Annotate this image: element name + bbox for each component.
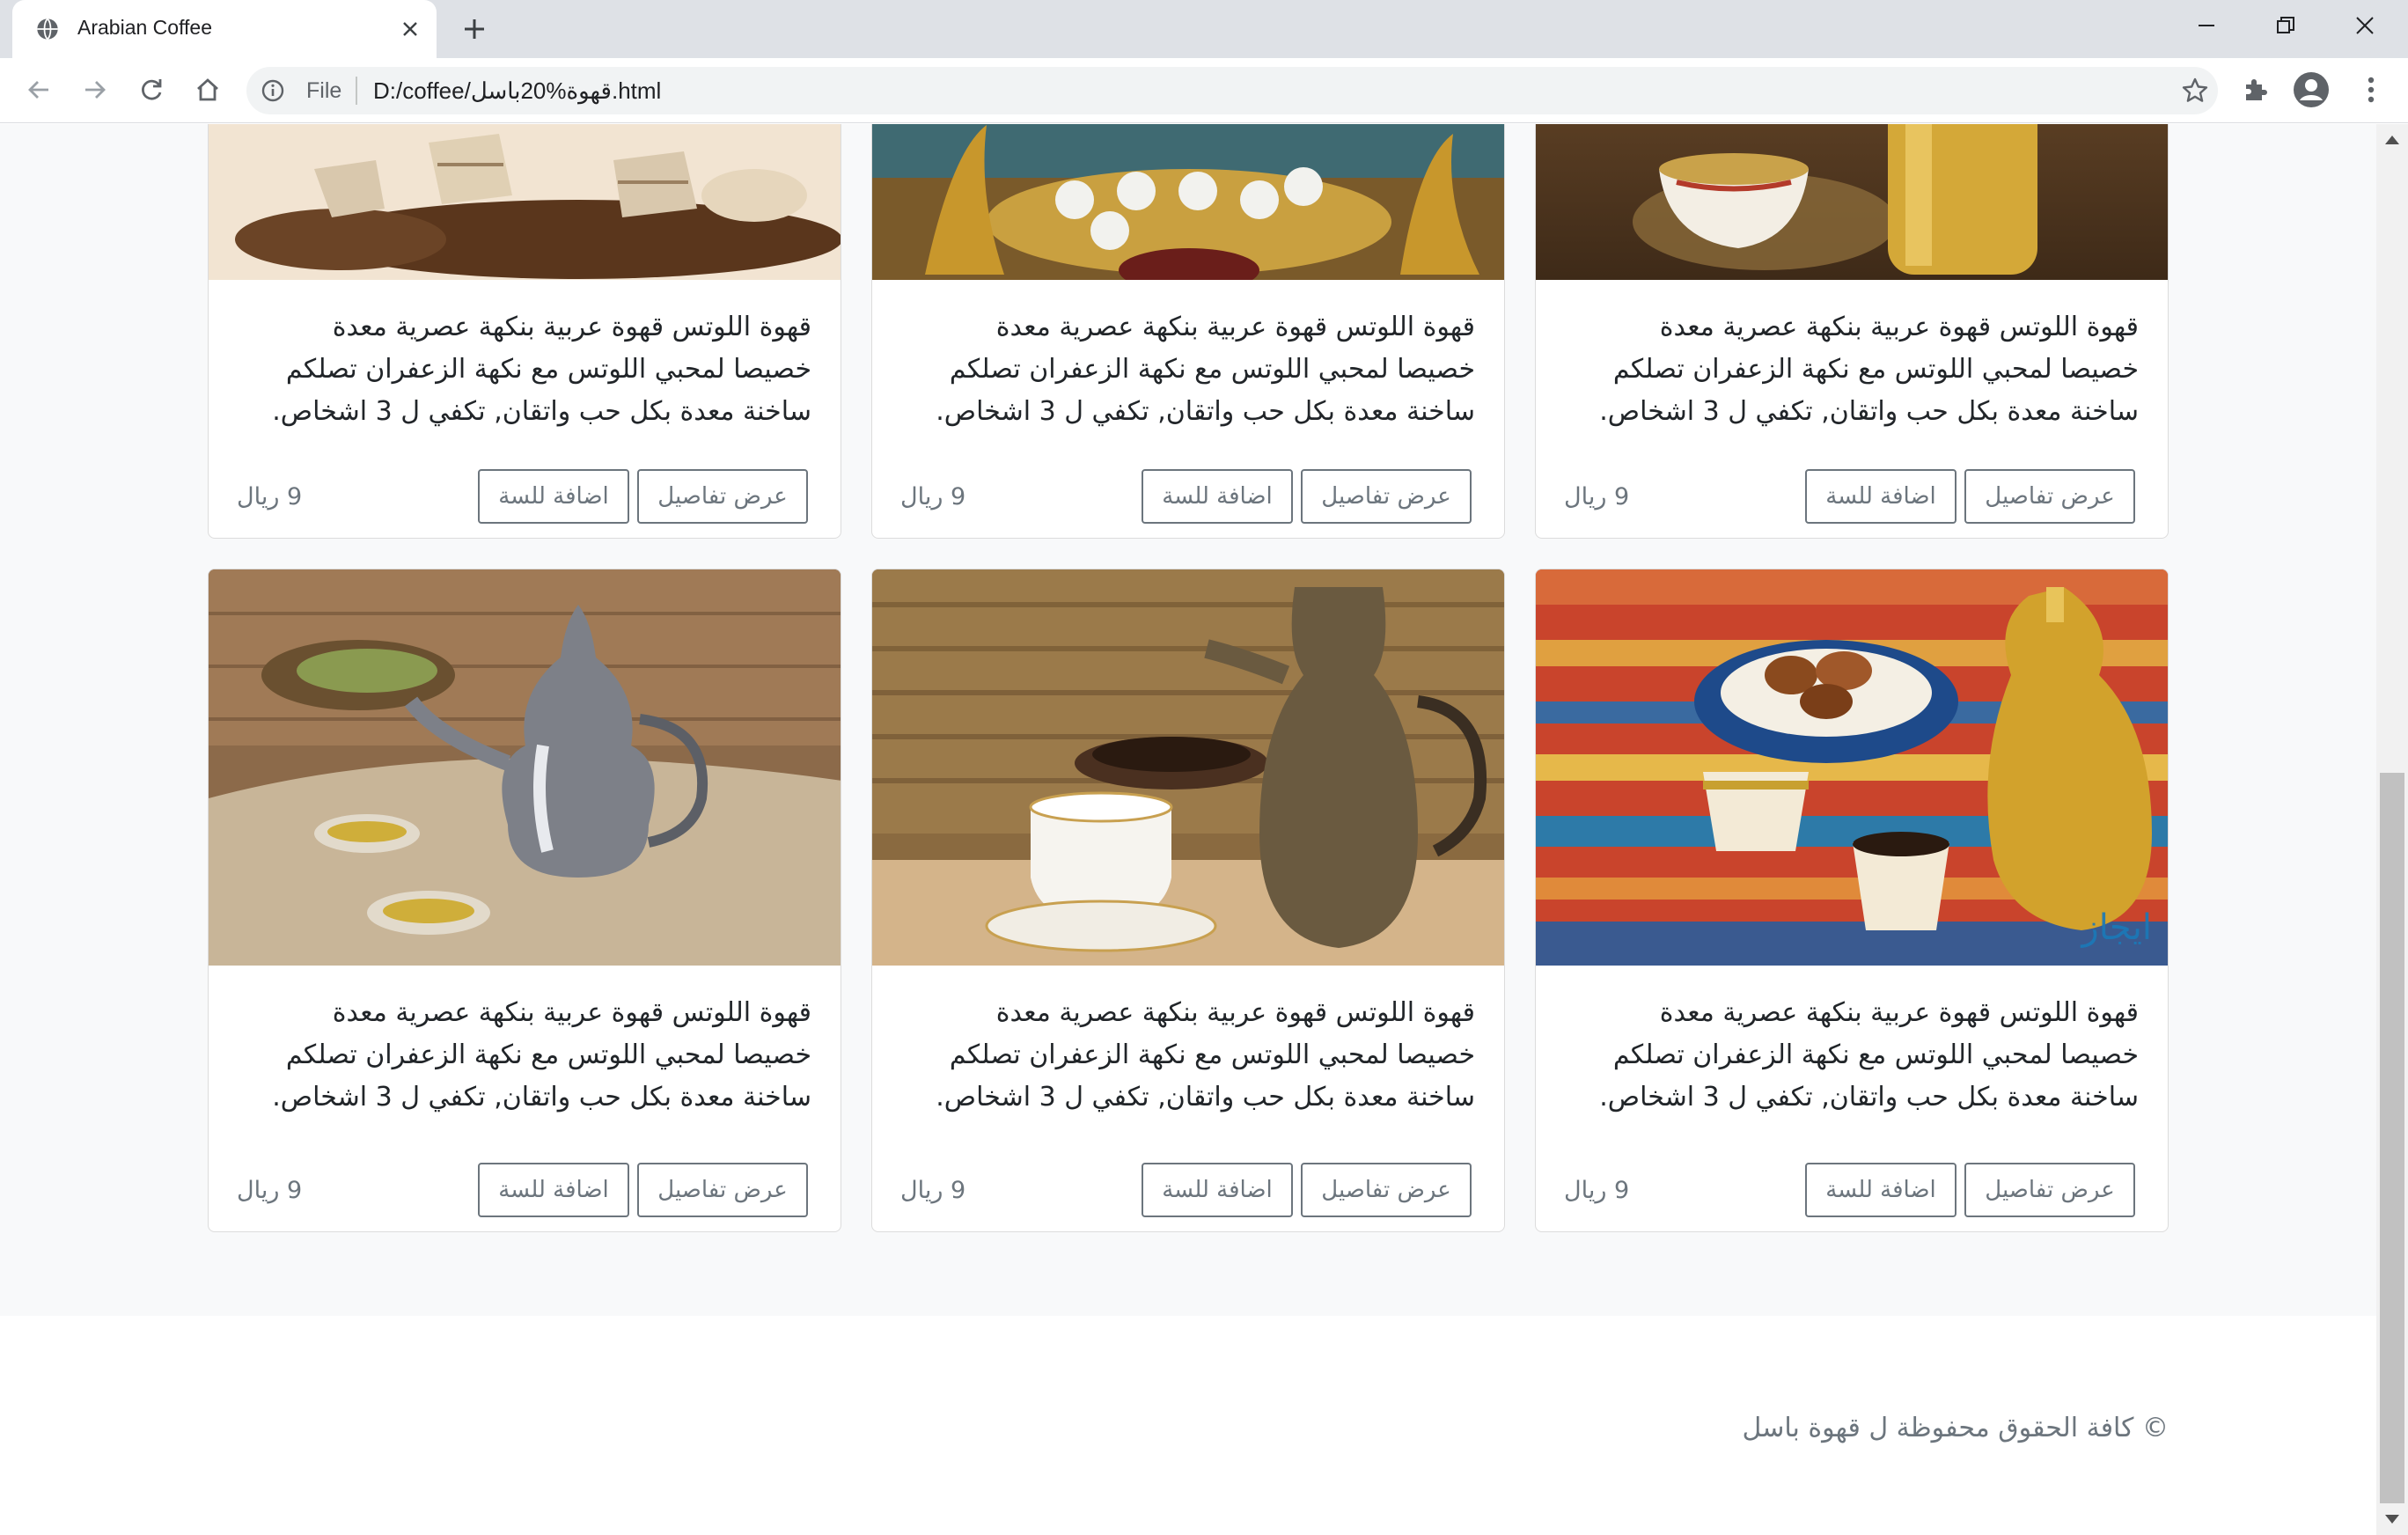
url-text[interactable]: D:/coffee/قهوة%20باسل.html xyxy=(373,77,661,105)
product-body: قهوة اللوتس قهوة عربية بنكهة عصرية معدة … xyxy=(209,966,841,1119)
close-icon[interactable] xyxy=(396,15,424,43)
product-image xyxy=(209,569,841,966)
add-to-cart-button[interactable]: اضافة للسة xyxy=(1142,1163,1293,1217)
product-price: 9 ريال xyxy=(1564,483,1630,510)
view-details-button[interactable]: عرض تفاصيل xyxy=(1301,1163,1472,1217)
product-body: قهوة اللوتس قهوة عربية بنكهة عصرية معدة … xyxy=(1536,280,2168,433)
product-description: قهوة اللوتس قهوة عربية بنكهة عصرية معدة … xyxy=(936,997,1475,1113)
product-price: 9 ريال xyxy=(237,1177,303,1204)
address-bar[interactable]: File D:/coffee/قهوة%20باسل.html xyxy=(246,67,2218,114)
product-body: قهوة اللوتس قهوة عربية بنكهة عصرية معدة … xyxy=(1536,966,2168,1119)
profile-icon[interactable] xyxy=(2292,70,2331,109)
product-card: قهوة اللوتس قهوة عربية بنكهة عصرية معدة … xyxy=(871,569,1505,1232)
product-image xyxy=(209,124,841,280)
product-price: 9 ريال xyxy=(237,483,303,510)
product-image xyxy=(872,124,1504,280)
add-to-cart-button[interactable]: اضافة للسة xyxy=(1142,469,1293,524)
product-body: قهوة اللوتس قهوة عربية بنكهة عصرية معدة … xyxy=(209,280,841,433)
product-description: قهوة اللوتس قهوة عربية بنكهة عصرية معدة … xyxy=(1599,312,2139,427)
product-card: قهوة اللوتس قهوة عربية بنكهة عصرية معدة … xyxy=(208,124,841,539)
tab-strip: Arabian Coffee xyxy=(0,0,2408,58)
tab-title: Arabian Coffee xyxy=(77,16,213,39)
add-to-cart-button[interactable]: اضافة للسة xyxy=(478,469,629,524)
scroll-up-icon[interactable] xyxy=(2383,133,2401,147)
back-icon[interactable] xyxy=(19,70,58,109)
copyright-text: © كافة الحقوق محفوظة ل قهوة باسل xyxy=(1742,1413,2169,1443)
image-watermark: ايجاز xyxy=(2080,907,2152,948)
product-footer: عرض تفاصيل اضافة للسة 9 ريال xyxy=(1536,441,2168,538)
menu-icon[interactable] xyxy=(2352,70,2390,109)
star-icon[interactable] xyxy=(2181,77,2209,105)
info-icon[interactable] xyxy=(261,78,285,103)
add-to-cart-button[interactable]: اضافة للسة xyxy=(1805,1163,1956,1217)
products-section: قهوة اللوتس قهوة عربية بنكهة عصرية معدة … xyxy=(0,124,2376,1316)
window-close-icon[interactable] xyxy=(2325,0,2404,51)
browser-tab[interactable]: Arabian Coffee xyxy=(12,0,437,58)
product-image xyxy=(1536,124,2168,280)
product-card: قهوة اللوتس قهوة عربية بنكهة عصرية معدة … xyxy=(871,124,1505,539)
home-icon[interactable] xyxy=(188,70,227,109)
product-price: 9 ريال xyxy=(900,483,966,510)
product-footer: عرض تفاصيل اضافة للسة 9 ريال xyxy=(1536,1135,2168,1231)
extensions-icon[interactable] xyxy=(2235,70,2274,109)
product-body: قهوة اللوتس قهوة عربية بنكهة عصرية معدة … xyxy=(872,966,1504,1119)
reload-icon[interactable] xyxy=(132,70,171,109)
product-footer: عرض تفاصيل اضافة للسة 9 ريال xyxy=(872,1135,1504,1231)
page-footer: © كافة الحقوق محفوظة ل قهوة باسل xyxy=(0,1316,2376,1535)
product-footer: عرض تفاصيل اضافة للسة 9 ريال xyxy=(872,441,1504,538)
product-card: قهوة اللوتس قهوة عربية بنكهة عصرية معدة … xyxy=(1535,124,2169,539)
product-description: قهوة اللوتس قهوة عربية بنكهة عصرية معدة … xyxy=(936,312,1475,427)
globe-icon xyxy=(37,18,58,40)
product-price: 9 ريال xyxy=(1564,1177,1630,1204)
page-scrollbar[interactable] xyxy=(2376,124,2408,1535)
product-card: ايجاز قهوة اللوتس قهوة عربية بنكهة عصرية… xyxy=(1535,569,2169,1232)
product-body: قهوة اللوتس قهوة عربية بنكهة عصرية معدة … xyxy=(872,280,1504,433)
view-details-button[interactable]: عرض تفاصيل xyxy=(1301,469,1472,524)
product-footer: عرض تفاصيل اضافة للسة 9 ريال xyxy=(209,441,841,538)
minimize-icon[interactable] xyxy=(2167,0,2246,51)
product-card: قهوة اللوتس قهوة عربية بنكهة عصرية معدة … xyxy=(208,569,841,1232)
page-viewport: قهوة اللوتس قهوة عربية بنكهة عصرية معدة … xyxy=(0,124,2376,1535)
scrollbar-thumb[interactable] xyxy=(2380,773,2404,1503)
add-to-cart-button[interactable]: اضافة للسة xyxy=(478,1163,629,1217)
restore-icon[interactable] xyxy=(2246,0,2325,51)
add-to-cart-button[interactable]: اضافة للسة xyxy=(1805,469,1956,524)
scroll-down-icon[interactable] xyxy=(2383,1512,2401,1526)
view-details-button[interactable]: عرض تفاصيل xyxy=(637,469,808,524)
product-description: قهوة اللوتس قهوة عربية بنكهة عصرية معدة … xyxy=(1599,997,2139,1113)
view-details-button[interactable]: عرض تفاصيل xyxy=(1964,469,2135,524)
product-image xyxy=(872,569,1504,966)
forward-icon[interactable] xyxy=(76,70,114,109)
product-image: ايجاز xyxy=(1536,569,2168,966)
plus-icon[interactable] xyxy=(458,12,491,46)
url-scheme: File xyxy=(306,78,342,103)
browser-toolbar: File D:/coffee/قهوة%20باسل.html xyxy=(0,58,2408,123)
product-footer: عرض تفاصيل اضافة للسة 9 ريال xyxy=(209,1135,841,1231)
view-details-button[interactable]: عرض تفاصيل xyxy=(637,1163,808,1217)
view-details-button[interactable]: عرض تفاصيل xyxy=(1964,1163,2135,1217)
product-description: قهوة اللوتس قهوة عربية بنكهة عصرية معدة … xyxy=(272,997,811,1113)
product-description: قهوة اللوتس قهوة عربية بنكهة عصرية معدة … xyxy=(272,312,811,427)
url-separator xyxy=(356,77,357,105)
product-price: 9 ريال xyxy=(900,1177,966,1204)
